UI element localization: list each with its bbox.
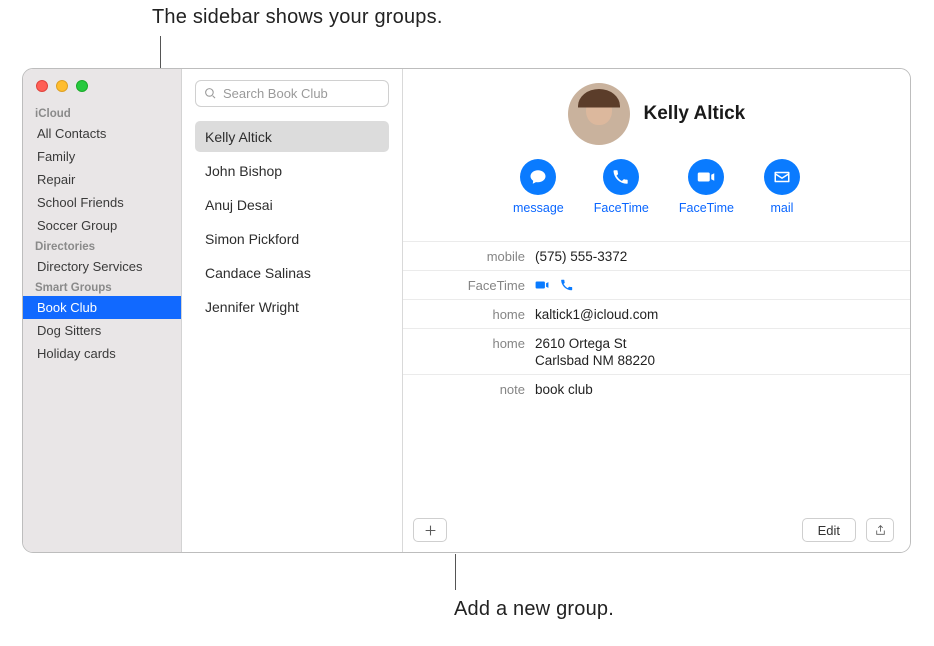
contacts-window: iCloudAll ContactsFamilyRepairSchool Fri… <box>22 68 911 553</box>
field-note: note book club <box>403 375 910 403</box>
sidebar-section-header: iCloud <box>23 104 181 122</box>
field-label: home <box>403 336 535 368</box>
sidebar-item[interactable]: Soccer Group <box>23 214 181 237</box>
sidebar-section-header: Directories <box>23 237 181 255</box>
list-item[interactable]: Anuj Desai <box>195 189 389 220</box>
action-label: mail <box>771 201 794 215</box>
contact-fields: mobile (575) 555-3372 FaceTime home kalt… <box>403 241 910 403</box>
search-input[interactable]: Search Book Club <box>195 80 389 107</box>
field-address: home 2610 Ortega St Carlsbad NM 88220 <box>403 329 910 375</box>
facetime-video-icon[interactable] <box>535 278 549 293</box>
search-icon <box>204 87 217 100</box>
detail-toolbar: Edit <box>403 508 910 552</box>
list-item[interactable]: John Bishop <box>195 155 389 186</box>
contact-detail: Kelly Altick message FaceTime FaceTime mail… <box>403 69 910 552</box>
field-label: note <box>403 382 535 397</box>
sidebar-section-header: Smart Groups <box>23 278 181 296</box>
action-row: message FaceTime FaceTime mail <box>403 159 910 215</box>
share-button[interactable] <box>866 518 894 542</box>
video-icon <box>688 159 724 195</box>
callout-line-top <box>160 36 161 68</box>
action-facetime-video[interactable]: FaceTime <box>679 159 734 215</box>
sidebar-item[interactable]: Holiday cards <box>23 342 181 365</box>
callout-line-bottom <box>455 554 456 590</box>
action-label: FaceTime <box>679 201 734 215</box>
address-line: Carlsbad NM 88220 <box>535 353 892 368</box>
message-icon <box>520 159 556 195</box>
window-controls <box>36 80 88 92</box>
field-label: mobile <box>403 249 535 264</box>
callout-sidebar: The sidebar shows your groups. <box>152 6 443 29</box>
groups-sidebar: iCloudAll ContactsFamilyRepairSchool Fri… <box>23 69 182 552</box>
facetime-audio-icon[interactable] <box>560 278 574 293</box>
sidebar-item[interactable]: Repair <box>23 168 181 191</box>
list-item[interactable]: Simon Pickford <box>195 223 389 254</box>
callout-add-group: Add a new group. <box>454 598 614 621</box>
contacts-list-column: Search Book Club Kelly AltickJohn Bishop… <box>182 69 403 552</box>
field-label: FaceTime <box>403 278 535 293</box>
field-mobile: mobile (575) 555-3372 <box>403 242 910 271</box>
search-placeholder: Search Book Club <box>223 86 328 101</box>
detail-header: Kelly Altick message FaceTime FaceTime mail <box>403 69 910 215</box>
list-item[interactable]: Jennifer Wright <box>195 291 389 322</box>
minimize-window-button[interactable] <box>56 80 68 92</box>
phone-icon <box>603 159 639 195</box>
list-item[interactable]: Kelly Altick <box>195 121 389 152</box>
field-value[interactable]: book club <box>535 382 910 397</box>
mail-icon <box>764 159 800 195</box>
action-label: message <box>513 201 564 215</box>
address-line: 2610 Ortega St <box>535 336 892 351</box>
sidebar-item[interactable]: Family <box>23 145 181 168</box>
field-facetime: FaceTime <box>403 271 910 300</box>
sidebar-item[interactable]: Book Club <box>23 296 181 319</box>
plus-icon <box>424 524 437 537</box>
action-label: FaceTime <box>594 201 649 215</box>
field-email: home kaltick1@icloud.com <box>403 300 910 329</box>
edit-button[interactable]: Edit <box>802 518 856 542</box>
action-message[interactable]: message <box>513 159 564 215</box>
contact-name: Kelly Altick <box>644 103 746 125</box>
field-value[interactable]: 2610 Ortega St Carlsbad NM 88220 <box>535 336 910 368</box>
field-label: home <box>403 307 535 322</box>
action-facetime-audio[interactable]: FaceTime <box>594 159 649 215</box>
add-button[interactable] <box>413 518 447 542</box>
close-window-button[interactable] <box>36 80 48 92</box>
zoom-window-button[interactable] <box>76 80 88 92</box>
sidebar-item[interactable]: All Contacts <box>23 122 181 145</box>
sidebar-item[interactable]: School Friends <box>23 191 181 214</box>
sidebar-item[interactable]: Dog Sitters <box>23 319 181 342</box>
share-icon <box>874 524 887 537</box>
sidebar-item[interactable]: Directory Services <box>23 255 181 278</box>
field-value[interactable]: (575) 555-3372 <box>535 249 910 264</box>
action-mail[interactable]: mail <box>764 159 800 215</box>
field-value <box>535 278 910 293</box>
list-item[interactable]: Candace Salinas <box>195 257 389 288</box>
avatar <box>568 83 630 145</box>
contacts-list: Kelly AltickJohn BishopAnuj DesaiSimon P… <box>195 121 389 322</box>
field-value[interactable]: kaltick1@icloud.com <box>535 307 910 322</box>
